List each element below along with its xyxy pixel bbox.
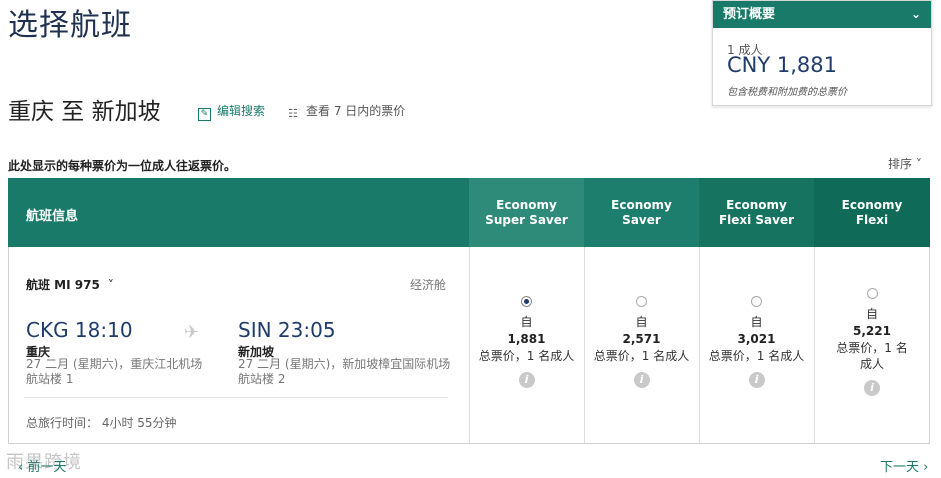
departure-time: CKG 18:10 <box>26 318 133 342</box>
info-icon[interactable]: i <box>748 372 765 388</box>
fare-amount: 2,571 <box>622 332 661 346</box>
view-week-fares-link[interactable]: ☷ 查看 7 日内的票价 <box>288 102 405 120</box>
previous-day-link[interactable]: ‹ 前一天 <box>18 456 66 475</box>
edit-search-link[interactable]: ✎ 编辑搜索 <box>198 102 265 121</box>
fare-column-line1: Economy <box>841 197 903 212</box>
fare-amount: 5,221 <box>853 324 891 338</box>
previous-day-label: 前一天 <box>27 460 67 475</box>
next-day-label: 下一天 <box>880 460 920 475</box>
total-travel-time: 总旅行时间： 4小时 55分钟 <box>26 416 177 430</box>
fare-description: 总票价，1 名成人 <box>708 349 805 363</box>
booking-summary-title: 预订概要 <box>723 7 776 22</box>
sort-dropdown[interactable]: 排序 ˅ <box>888 155 922 172</box>
next-day-link[interactable]: 下一天 › <box>880 456 928 475</box>
fare-column-line1: Economy <box>726 197 787 212</box>
row-divider <box>24 397 448 398</box>
page-title: 选择航班 <box>8 8 132 43</box>
fare-column-line1: Economy <box>611 197 672 212</box>
arrival-terminal: 航站楼 2 <box>238 372 286 386</box>
summary-note: 包含税费和附加费的总票价 <box>727 87 847 98</box>
booking-summary-card: 预订概要 ⌄ 1 成人 CNY 1,881 包含税费和附加费的总票价 <box>712 0 932 106</box>
chevron-right-icon: › <box>919 460 929 475</box>
fare-option[interactable]: 自 5,221 总票价，1 名成人 i <box>814 288 930 396</box>
fare-column-header: Economy Super Saver <box>469 178 584 247</box>
fare-from: 自 <box>520 315 533 329</box>
booking-summary-header[interactable]: 预订概要 ⌄ <box>713 1 931 28</box>
flight-info-header-label: 航班信息 <box>26 209 79 224</box>
fare-column-header: Economy Flexi Saver <box>699 178 814 247</box>
departure-terminal: 航站楼 1 <box>26 372 74 386</box>
chevron-down-icon[interactable]: ⌄ <box>911 1 921 28</box>
route-title: 重庆 至 新加坡 <box>8 99 161 125</box>
info-icon[interactable]: i <box>864 380 880 396</box>
chevron-down-icon: ˅ <box>912 157 922 171</box>
edit-icon: ✎ <box>198 108 211 121</box>
edit-search-label: 编辑搜索 <box>217 104 266 118</box>
fare-column-line2: Super Saver <box>485 212 568 227</box>
view-week-fares-label: 查看 7 日内的票价 <box>306 104 406 118</box>
info-icon[interactable]: i <box>633 372 650 388</box>
flight-info-header: 航班信息 <box>8 178 469 247</box>
summary-price: CNY 1,881 <box>727 53 837 77</box>
fare-column-line2: Flexi Saver <box>718 212 795 227</box>
fare-option[interactable]: 自 2,571 总票价，1 名成人 i <box>584 296 699 388</box>
fare-radio[interactable] <box>636 296 647 307</box>
fare-column-line2: Flexi <box>855 212 889 227</box>
fare-description: 总票价，1 名成人 <box>478 349 575 363</box>
fare-description: 总票价，1 名成人 <box>593 349 690 363</box>
cabin-class: 经济舱 <box>410 278 447 292</box>
fare-radio[interactable] <box>866 288 878 299</box>
departure-detail: 27 二月 (星期六)，重庆江北机场 <box>26 357 203 371</box>
fare-amount: 1,881 <box>507 332 546 346</box>
fare-from: 自 <box>635 315 648 329</box>
calendar-icon: ☷ <box>288 107 298 120</box>
airplane-icon: ✈ <box>184 322 200 343</box>
fare-column-line1: Economy <box>496 197 557 212</box>
fare-option[interactable]: 自 1,881 总票价，1 名成人 i <box>469 296 584 388</box>
fare-radio[interactable] <box>751 296 762 307</box>
price-note: 此处显示的每种票价为一位成人往返票价。 <box>8 159 237 173</box>
fare-column-line2: Saver <box>622 212 661 227</box>
fare-from: 自 <box>865 307 878 321</box>
fare-amount: 3,021 <box>737 332 776 346</box>
sort-label: 排序 <box>888 157 913 171</box>
arrival-time: SIN 23:05 <box>238 318 336 342</box>
flight-number: 航班 MI 975 <box>26 278 100 292</box>
fare-radio[interactable] <box>521 296 532 307</box>
arrival-detail: 27 二月 (星期六)，新加坡樟宜国际机场 <box>238 357 451 371</box>
fare-from: 自 <box>750 315 763 329</box>
fare-column-header: Economy Saver <box>584 178 699 247</box>
chevron-down-icon: ˅ <box>107 278 114 292</box>
flight-number-toggle[interactable]: 航班 MI 975 ˅ <box>26 276 114 293</box>
fare-column-header: Economy Flexi <box>814 178 930 247</box>
chevron-left-icon: ‹ <box>18 460 28 475</box>
fare-description: 总票价，1 名成人 <box>836 341 908 371</box>
info-icon[interactable]: i <box>518 372 535 388</box>
fare-option[interactable]: 自 3,021 总票价，1 名成人 i <box>699 296 814 388</box>
